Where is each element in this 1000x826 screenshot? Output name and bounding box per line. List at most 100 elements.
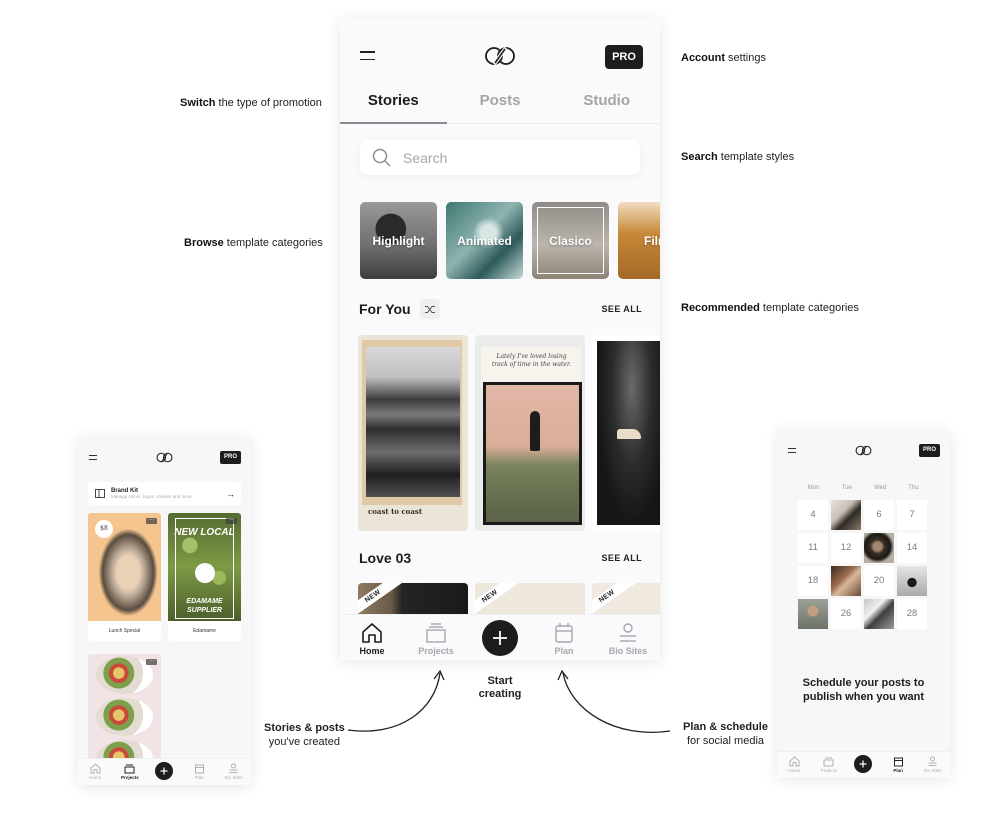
- annotation-bold: Account: [681, 52, 725, 64]
- more-options-icon[interactable]: ···: [226, 518, 237, 524]
- salad-bowl-image: [96, 656, 153, 694]
- shuffle-icon[interactable]: [419, 299, 440, 319]
- brand-kit-button[interactable]: Brand Kit Manage colors, logos, stickers…: [88, 482, 241, 505]
- template-card[interactable]: Lately I've loved losing track of time i…: [475, 335, 585, 531]
- nav-plan[interactable]: Plan: [532, 615, 596, 660]
- nav-create-button[interactable]: [846, 752, 881, 778]
- nav-label: Home: [788, 768, 801, 773]
- infinity-logo-icon: [485, 46, 515, 66]
- nav-bio-sites[interactable]: Bio Sites: [915, 752, 950, 778]
- nav-home[interactable]: Home: [340, 615, 404, 660]
- arrow-right-icon: →: [226, 488, 235, 499]
- nav-plan[interactable]: Plan: [881, 752, 916, 778]
- hamburger-menu-icon[interactable]: [360, 51, 375, 61]
- annotation-start-creating: Start creating: [478, 675, 522, 701]
- tab-stories[interactable]: Stories: [340, 86, 447, 124]
- more-options-icon[interactable]: ···: [146, 518, 157, 524]
- calendar-day[interactable]: 12: [831, 533, 861, 563]
- annotation-text: template styles: [717, 151, 795, 163]
- calendar-day-scheduled-post[interactable]: [831, 500, 861, 530]
- nav-label: Home: [359, 646, 385, 656]
- nav-home[interactable]: Home: [78, 759, 113, 785]
- pro-badge-button[interactable]: PRO: [220, 451, 241, 464]
- annotation-bold: Recommended: [681, 302, 760, 314]
- price-badge: $8: [95, 520, 113, 538]
- calendar-day-scheduled-post[interactable]: [864, 599, 894, 629]
- nav-home[interactable]: Home: [777, 752, 812, 778]
- category-animated[interactable]: Animated: [446, 202, 523, 279]
- annotation-line: Stories & posts: [264, 722, 345, 734]
- category-clasico[interactable]: Clasico: [532, 202, 609, 279]
- hamburger-menu-icon[interactable]: [89, 455, 97, 460]
- nav-projects[interactable]: Projects: [812, 752, 847, 778]
- hamburger-menu-icon[interactable]: [788, 448, 796, 453]
- nav-bio-sites[interactable]: Bio Sites: [596, 615, 660, 660]
- for-you-header: For You SEE ALL: [359, 299, 642, 319]
- nav-label: Bio Sites: [608, 646, 648, 656]
- calendar-day[interactable]: 26: [831, 599, 861, 629]
- project-card[interactable]: ···: [88, 654, 161, 764]
- annotation-text: template categories: [759, 302, 859, 314]
- projects-icon: [823, 757, 834, 767]
- nav-label: Plan: [893, 768, 903, 773]
- calendar-day[interactable]: 20: [864, 566, 894, 596]
- annotation-line: Start: [487, 675, 513, 687]
- search-input[interactable]: Search: [360, 140, 640, 175]
- weekday-label: Mon: [807, 485, 820, 491]
- brand-kit-icon: [95, 489, 105, 498]
- main-phone-screen: PRO Stories Posts Studio Search Highligh…: [340, 18, 660, 660]
- nav-projects[interactable]: Projects: [113, 759, 148, 785]
- surfer-photo: [483, 382, 582, 525]
- smoke-photo: [597, 341, 660, 525]
- nav-bio-sites[interactable]: Bio Sites: [216, 759, 251, 785]
- calendar-day[interactable]: 7: [897, 500, 927, 530]
- calendar-day[interactable]: 11: [798, 533, 828, 563]
- calendar-day[interactable]: 6: [864, 500, 894, 530]
- project-card[interactable]: NEW LOCAL EDAMAME SUPPLIER ··· Edamame: [168, 513, 241, 641]
- tab-posts[interactable]: Posts: [447, 86, 554, 123]
- edamame-image: NEW LOCAL EDAMAME SUPPLIER ···: [168, 513, 241, 621]
- pro-badge-button[interactable]: PRO: [605, 45, 643, 69]
- nav-label: Plan: [194, 775, 204, 780]
- more-options-icon[interactable]: ···: [146, 659, 157, 665]
- annotation-account: Account settings: [681, 52, 766, 64]
- love-03-see-all-link[interactable]: SEE ALL: [602, 553, 642, 563]
- calendar-day[interactable]: 28: [897, 599, 927, 629]
- calendar-icon: [194, 764, 204, 774]
- nav-label: Projects: [121, 775, 139, 780]
- salad-bowl-image: [96, 698, 153, 736]
- annotation-bold: Switch: [180, 97, 216, 109]
- annotation-search: Search template styles: [681, 151, 794, 163]
- calendar-day[interactable]: 18: [798, 566, 828, 596]
- pro-badge-button[interactable]: PRO: [919, 444, 940, 457]
- nav-create-button[interactable]: [468, 615, 532, 660]
- template-card[interactable]: [592, 335, 660, 531]
- category-label: Highlight: [372, 233, 425, 248]
- category-label: Film: [644, 233, 660, 248]
- calendar-day[interactable]: 4: [798, 500, 828, 530]
- annotation-bold: Browse: [184, 237, 224, 249]
- nav-label: Bio Sites: [923, 768, 942, 773]
- category-highlight[interactable]: Highlight: [360, 202, 437, 279]
- for-you-title: For You: [359, 301, 411, 317]
- calendar-day-scheduled-post[interactable]: [864, 533, 894, 563]
- tab-studio[interactable]: Studio: [553, 86, 660, 123]
- infinity-logo-icon: [855, 445, 872, 456]
- template-card[interactable]: coast to coast: [358, 335, 468, 531]
- nav-create-button[interactable]: [147, 759, 182, 785]
- calendar-day-scheduled-post[interactable]: [897, 566, 927, 596]
- nav-label: Projects: [418, 646, 454, 656]
- nav-label: Projects: [820, 768, 838, 773]
- calendar-grid: 4 6 7 11 12 14 18 20 26 28: [798, 500, 930, 629]
- calendar-day-scheduled-post[interactable]: [831, 566, 861, 596]
- calendar-day-scheduled-post[interactable]: [798, 599, 828, 629]
- project-card[interactable]: $8 ··· Lunch Special: [88, 513, 161, 641]
- nav-projects[interactable]: Projects: [404, 615, 468, 660]
- nav-plan[interactable]: Plan: [182, 759, 217, 785]
- love-03-title: Love 03: [359, 550, 412, 566]
- category-film[interactable]: Film: [618, 202, 660, 279]
- brand-kit-subtitle: Manage colors, logos, stickers and more: [111, 494, 192, 499]
- for-you-see-all-link[interactable]: SEE ALL: [602, 304, 642, 314]
- calendar-day[interactable]: 14: [897, 533, 927, 563]
- bio-sites-icon: [620, 623, 636, 642]
